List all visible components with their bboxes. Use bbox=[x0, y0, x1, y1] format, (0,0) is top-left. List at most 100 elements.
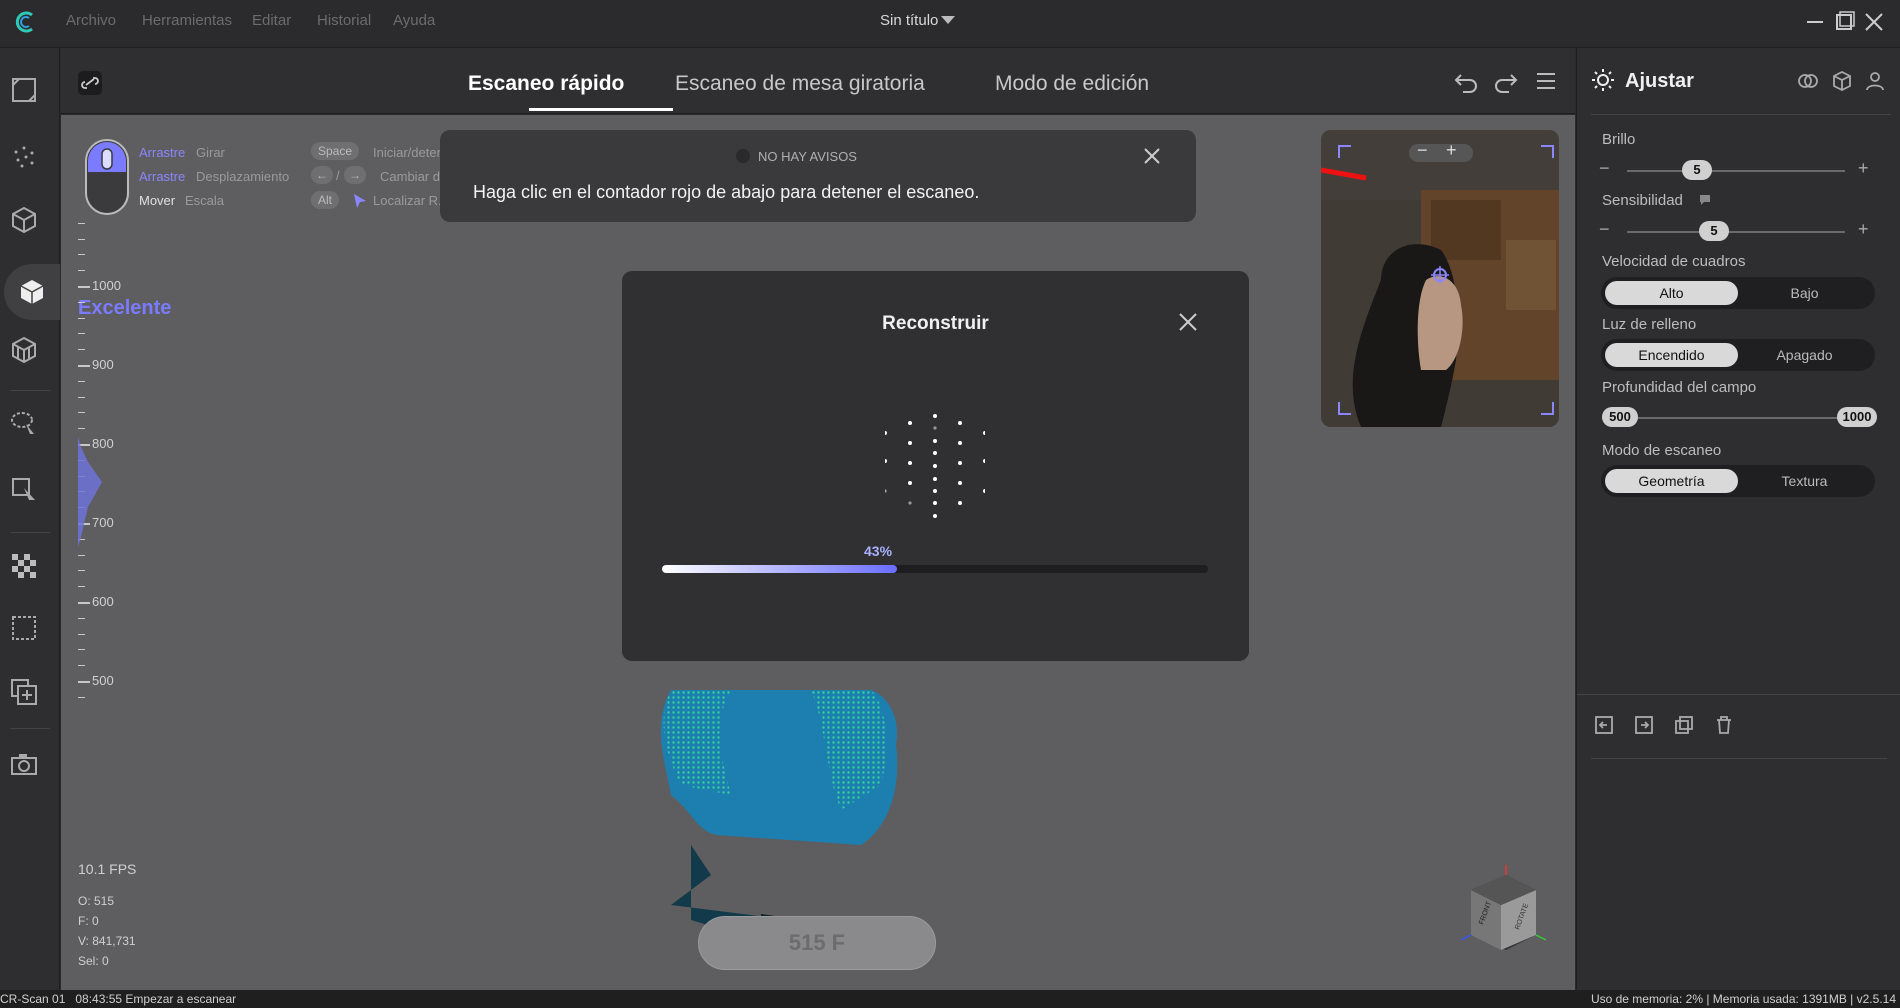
undo-icon[interactable] bbox=[1453, 68, 1479, 94]
textured-cube-icon[interactable] bbox=[8, 334, 40, 366]
compare-icon[interactable] bbox=[1797, 70, 1819, 92]
scan-mode-texture[interactable]: Textura bbox=[1738, 469, 1871, 493]
frame-rate-low[interactable]: Bajo bbox=[1738, 281, 1871, 305]
point-cloud-icon[interactable] bbox=[8, 140, 40, 172]
lasso-select-icon[interactable] bbox=[8, 408, 40, 440]
scale-minor-tick bbox=[78, 412, 85, 414]
info-icon[interactable] bbox=[1699, 194, 1711, 206]
scale-minor-tick bbox=[78, 380, 85, 382]
export-icon[interactable] bbox=[1633, 714, 1655, 736]
brightness-minus-icon[interactable]: − bbox=[1599, 158, 1610, 179]
app-logo-icon bbox=[15, 11, 33, 33]
loading-spinner-icon bbox=[885, 414, 985, 518]
stat-o: O: 515 bbox=[78, 894, 115, 908]
redo-icon[interactable] bbox=[1493, 68, 1519, 94]
scale-tick-label: 1000 bbox=[92, 278, 121, 293]
sensitivity-plus-icon[interactable]: + bbox=[1858, 219, 1869, 240]
maximize-icon[interactable] bbox=[1832, 10, 1856, 34]
toolbar-divider bbox=[10, 390, 50, 391]
toolbar-divider bbox=[10, 728, 50, 729]
brightness-slider[interactable] bbox=[1627, 170, 1845, 172]
menu-herramientas[interactable]: Herramientas bbox=[142, 12, 232, 29]
scan-mode-geometry[interactable]: Geometría bbox=[1605, 469, 1738, 493]
brightness-label: Brillo bbox=[1602, 131, 1636, 148]
stat-v: V: 841,731 bbox=[78, 934, 136, 948]
scale-minor-tick bbox=[78, 617, 85, 619]
fill-light-on[interactable]: Encendido bbox=[1605, 343, 1738, 367]
scale-minor-tick bbox=[78, 222, 85, 224]
menu-ayuda[interactable]: Ayuda bbox=[393, 12, 435, 29]
chevron-down-icon[interactable] bbox=[941, 16, 955, 24]
scale-minor-tick bbox=[78, 554, 85, 556]
minimize-icon[interactable] bbox=[1803, 10, 1827, 34]
slash-separator: / bbox=[336, 168, 340, 183]
close-dialog-icon[interactable] bbox=[1177, 311, 1199, 333]
sensitivity-label: Sensibilidad bbox=[1602, 192, 1683, 209]
scale-major-tick bbox=[78, 286, 90, 288]
checker-texture-icon[interactable] bbox=[8, 550, 40, 582]
sensitivity-slider[interactable] bbox=[1627, 231, 1845, 233]
scale-minor-tick bbox=[78, 697, 85, 698]
progress-fill bbox=[662, 565, 897, 573]
reconstruct-dialog: Reconstruir 43% bbox=[622, 271, 1249, 661]
scale-minor-tick bbox=[78, 649, 85, 651]
menu-archivo[interactable]: Archivo bbox=[66, 12, 116, 29]
link-icon[interactable] bbox=[77, 70, 103, 96]
brightness-plus-icon[interactable]: + bbox=[1858, 158, 1869, 179]
menu-editar[interactable]: Editar bbox=[252, 12, 291, 29]
frame-rate-toggle: Alto Bajo bbox=[1601, 277, 1875, 309]
depth-min-knob[interactable]: 500 bbox=[1602, 407, 1638, 427]
menu-icon[interactable] bbox=[1533, 68, 1559, 94]
crosshair-icon bbox=[1431, 266, 1449, 284]
select-tool-icon[interactable] bbox=[8, 474, 40, 506]
scan-counter-button[interactable]: 515 F bbox=[698, 916, 936, 970]
scale-minor-tick bbox=[78, 665, 85, 667]
3d-viewport[interactable]: Arrastre Girar Arrastre Desplazamiento M… bbox=[61, 115, 1575, 990]
scan-mode-toggle: Geometría Textura bbox=[1601, 465, 1875, 497]
document-title[interactable]: Sin título bbox=[880, 12, 938, 29]
import-icon[interactable] bbox=[1593, 714, 1615, 736]
scale-tick-label: 500 bbox=[92, 673, 114, 688]
left-toolbar bbox=[0, 48, 60, 990]
sensitivity-minus-icon[interactable]: − bbox=[1599, 219, 1610, 240]
add-layer-icon[interactable] bbox=[8, 676, 40, 708]
menu-historial[interactable]: Historial bbox=[317, 12, 371, 29]
camera-preview[interactable]: − + bbox=[1321, 130, 1559, 427]
orientation-cube-icon[interactable]: FRONT ROTATE bbox=[1451, 860, 1551, 960]
tab-quick-scan[interactable]: Escaneo rápido bbox=[468, 72, 624, 96]
scale-minor-tick bbox=[78, 396, 85, 398]
frame-rate-high[interactable]: Alto bbox=[1605, 281, 1738, 305]
title-bar: Archivo Herramientas Editar Historial Ay… bbox=[0, 0, 1900, 48]
scale-minor-tick bbox=[78, 238, 85, 240]
solid-cube-icon[interactable] bbox=[16, 276, 48, 308]
progress-bar bbox=[662, 565, 1208, 573]
tab-turntable-scan[interactable]: Escaneo de mesa giratoria bbox=[675, 72, 925, 96]
scale-minor-tick bbox=[78, 317, 85, 319]
fill-light-off[interactable]: Apagado bbox=[1738, 343, 1871, 367]
panel-divider bbox=[1577, 694, 1900, 695]
frame-rate-label: Velocidad de cuadros bbox=[1602, 253, 1746, 270]
scale-minor-tick bbox=[78, 349, 85, 351]
fill-light-label: Luz de relleno bbox=[1602, 316, 1697, 333]
mesh-cube-icon[interactable] bbox=[8, 204, 40, 236]
depth-max-knob[interactable]: 1000 bbox=[1837, 407, 1877, 427]
status-right: Uso de memoria: 2% | Memoria usada: 1391… bbox=[1590, 992, 1896, 1006]
close-notice-icon[interactable] bbox=[1142, 146, 1162, 166]
scale-minor-tick bbox=[78, 254, 85, 256]
trash-icon[interactable] bbox=[1713, 714, 1735, 736]
close-window-icon[interactable] bbox=[1862, 10, 1886, 34]
duplicate-icon[interactable] bbox=[1673, 714, 1695, 736]
cube-settings-icon[interactable] bbox=[1831, 70, 1853, 92]
status-bar: CR-Scan 01 08:43:55 Empezar a escanear U… bbox=[0, 990, 1900, 1008]
tab-bar: Escaneo rápido Escaneo de mesa giratoria… bbox=[61, 48, 1575, 114]
sensitivity-knob[interactable]: 5 bbox=[1699, 221, 1729, 241]
crop-box-icon[interactable] bbox=[8, 612, 40, 644]
camera-snapshot-icon[interactable] bbox=[8, 748, 40, 780]
depth-of-field-label: Profundidad del campo bbox=[1602, 379, 1757, 396]
brightness-knob[interactable]: 5 bbox=[1682, 160, 1712, 180]
scale-minor-tick bbox=[78, 586, 85, 588]
tab-edit-mode[interactable]: Modo de edición bbox=[995, 72, 1149, 96]
user-settings-icon[interactable] bbox=[1865, 70, 1887, 92]
depth-range-slider[interactable] bbox=[1617, 417, 1857, 419]
fit-view-icon[interactable] bbox=[8, 74, 40, 106]
